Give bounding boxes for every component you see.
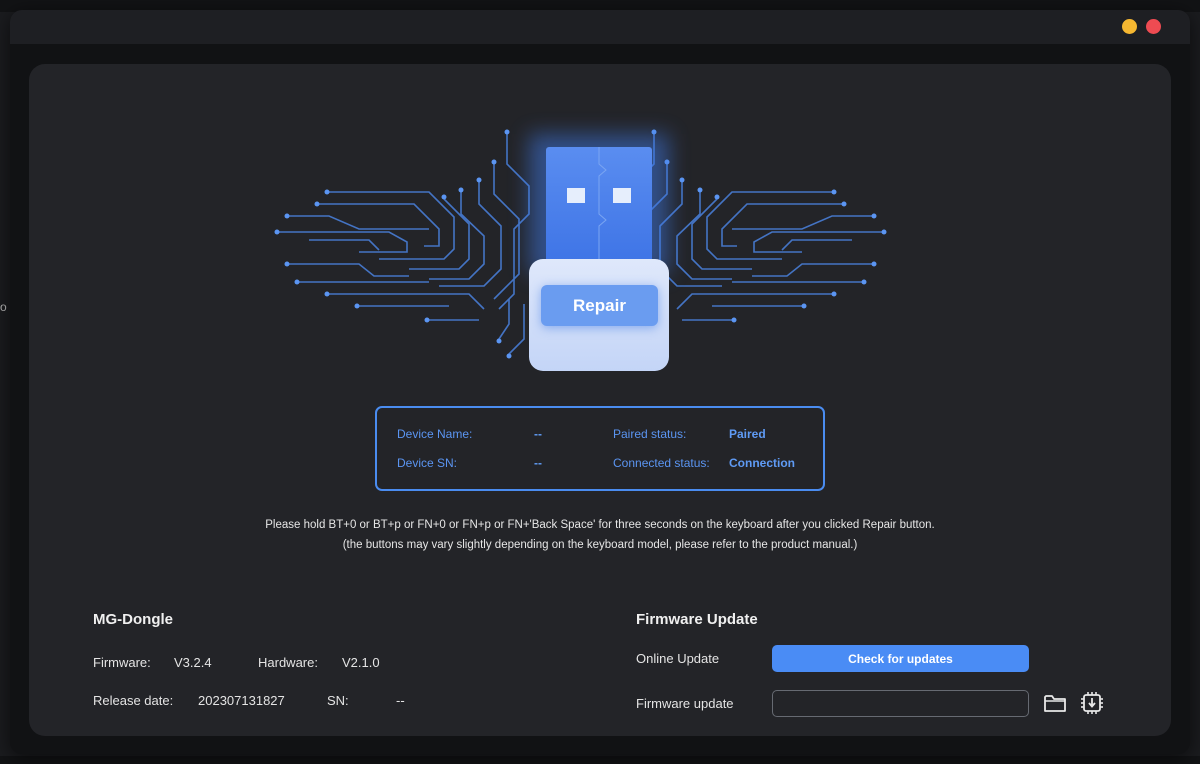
folder-icon[interactable]	[1042, 690, 1068, 716]
circuit-dongle-graphic	[274, 129, 887, 371]
main-panel: Repair Device Name: -- Paired status: Pa…	[29, 64, 1171, 736]
device-name-label: Device Name:	[397, 427, 473, 441]
background-app-edge: o	[0, 300, 7, 314]
app-window: Repair Device Name: -- Paired status: Pa…	[10, 10, 1190, 754]
device-sn-label: Device SN:	[397, 456, 458, 470]
firmware-update-title: Firmware Update	[636, 611, 758, 628]
close-button[interactable]	[1146, 19, 1161, 34]
release-date-value: 202307131827	[198, 693, 285, 708]
left-circuit-traces	[279, 134, 530, 355]
right-circuit-traces	[631, 134, 882, 355]
title-bar[interactable]	[10, 10, 1190, 44]
firmware-file-label: Firmware update	[636, 696, 734, 711]
chip-download-icon[interactable]	[1079, 690, 1105, 716]
paired-status-label: Paired status:	[613, 427, 687, 441]
device-name-value: --	[534, 427, 542, 441]
connected-status-value: Connection	[729, 456, 795, 470]
release-date-label: Release date:	[93, 693, 174, 708]
online-update-label: Online Update	[636, 651, 720, 666]
sn-value: --	[396, 693, 405, 708]
minimize-button[interactable]	[1122, 19, 1137, 34]
dongle-section-title: MG-Dongle	[93, 611, 173, 628]
connected-status-label: Connected status:	[613, 456, 710, 470]
repair-hint-line1: Please hold BT+0 or BT+p or FN+0 or FN+p…	[265, 519, 935, 531]
sn-label: SN:	[327, 693, 349, 708]
firmware-label: Firmware:	[93, 655, 151, 670]
hardware-label: Hardware:	[258, 655, 318, 670]
firmware-file-input[interactable]	[772, 690, 1029, 717]
paired-status-value: Paired	[729, 427, 766, 441]
dongle-illustration: Repair	[29, 64, 1171, 394]
check-for-updates-button[interactable]: Check for updates	[772, 645, 1029, 672]
desktop-bottom	[0, 756, 1200, 764]
device-sn-value: --	[534, 456, 542, 470]
firmware-value: V3.2.4	[174, 655, 212, 670]
repair-hint-line2: (the buttons may vary slightly depending…	[342, 539, 858, 551]
repair-button[interactable]: Repair	[541, 285, 658, 326]
hardware-value: V2.1.0	[342, 655, 380, 670]
device-info-box: Device Name: -- Paired status: Paired De…	[375, 406, 825, 491]
